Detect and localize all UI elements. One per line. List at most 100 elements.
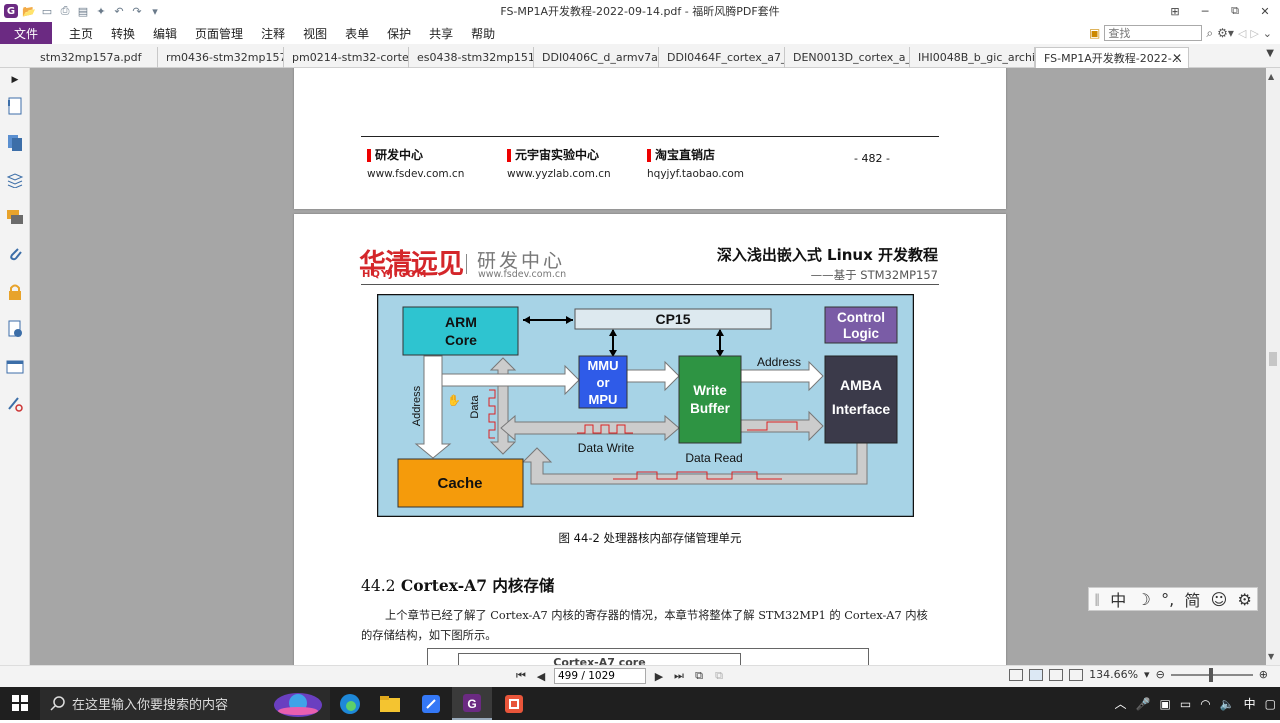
ime-moon-icon[interactable]: ☽ [1137,590,1151,609]
tab-stm32mp157a[interactable]: stm32mp157a.pdf [32,47,158,68]
zoom-value[interactable]: 134.66% [1089,668,1138,681]
ime-punctuation-icon[interactable]: °, [1161,590,1174,609]
data-read-label: Data Read [685,451,742,465]
facing-page-icon[interactable] [1049,668,1064,681]
minimize-button[interactable]: ─ [1190,0,1220,22]
redo-icon[interactable]: ↷ [130,4,144,18]
zoom-in-icon[interactable]: ⊕ [1259,668,1268,681]
menu-view[interactable]: 视图 [294,22,336,44]
undo-icon[interactable]: ↶ [112,4,126,18]
expand-panel-icon[interactable]: ▶ [5,70,25,90]
menu-page-manage[interactable]: 页面管理 [186,22,252,44]
red-bar [507,149,511,162]
single-page-icon[interactable] [1009,668,1024,681]
ime-handle-icon[interactable]: ‖ [1094,592,1100,606]
scroll-down-icon[interactable]: ▼ [1268,652,1274,661]
ribbon-toggle-icon[interactable]: ⌄ [1263,27,1272,40]
folder-search-icon[interactable]: ▣ [1089,26,1100,40]
menu-protect[interactable]: 保护 [378,22,420,44]
zoom-dropdown-icon[interactable]: ▾ [1144,668,1150,681]
battery-icon[interactable]: ▭ [1180,697,1191,711]
page-number-field[interactable] [554,668,646,684]
zoom-slider[interactable] [1170,667,1253,682]
customize-icon[interactable]: ▾ [148,4,162,18]
zoom-out-icon[interactable]: ⊖ [1156,668,1165,681]
file-menu[interactable]: 文件 [0,22,52,44]
menu-share[interactable]: 共享 [420,22,462,44]
form-fields-icon[interactable] [5,357,25,377]
continuous-facing-icon[interactable] [1069,668,1084,681]
tab-es0438[interactable]: es0438-stm32mp151x... [409,47,534,68]
tab-ddi0406c[interactable]: DDI0406C_d_armv7ar... [534,47,659,68]
tab-fs-mp1a[interactable]: FS-MP1A开发教程-2022-... ✕ [1035,47,1189,68]
signature-icon[interactable] [5,394,25,414]
tab-ihi0048b[interactable]: IHI0048B_b_gic_archit... [910,47,1035,68]
zoom-slider-knob[interactable] [1208,667,1213,682]
search-highlight-icon [266,689,324,723]
foxit-app-icon[interactable]: G [452,687,492,720]
menu-home[interactable]: 主页 [60,22,102,44]
file-explorer-icon[interactable] [370,687,410,720]
ime-simplified-mode[interactable]: 简 [1184,587,1200,611]
ime-settings-icon[interactable]: ⚙ [1237,590,1251,609]
search-input[interactable] [1104,25,1203,41]
layout-icon[interactable]: ⊞ [1160,0,1190,22]
taskbar-search[interactable]: 在这里输入你要搜索的内容 [40,687,330,720]
menu-convert[interactable]: 转换 [102,22,144,44]
new-icon[interactable]: ✦ [94,4,108,18]
input-language[interactable]: 中 [1244,695,1256,712]
menu-form[interactable]: 表单 [336,22,378,44]
code-app-icon[interactable] [494,687,534,720]
menu-edit[interactable]: 编辑 [144,22,186,44]
document-viewer[interactable]: 研发中心 www.fsdev.com.cn 元宇宙实验中心 www.yyzlab… [30,68,1266,665]
document-info-icon[interactable] [5,319,25,339]
tab-den0013d[interactable]: DEN0013D_cortex_a_s... [785,47,910,68]
amba-label-1: AMBA [840,377,882,393]
microphone-icon[interactable]: 🎤 [1136,697,1151,711]
scroll-thumb[interactable] [1269,352,1277,366]
network-icon[interactable]: ◠ [1200,697,1210,711]
close-button[interactable]: ✕ [1250,0,1280,22]
first-page-icon[interactable]: ⏮ [514,669,528,683]
tray-app-icon[interactable]: ▣ [1160,697,1171,711]
scroll-up-icon[interactable]: ▲ [1268,72,1274,81]
continuous-page-icon[interactable] [1029,668,1044,681]
scan-icon[interactable]: ▤ [76,4,90,18]
edge-app-icon[interactable] [330,687,370,720]
restore-button[interactable]: ⧉ [1220,0,1250,22]
search-icon[interactable]: ⌕ [1206,26,1213,41]
ime-emoji-icon[interactable]: ☺ [1211,590,1228,609]
previous-page-icon[interactable]: ◀ [534,670,548,683]
ime-chinese-mode[interactable]: 中 [1110,587,1126,611]
print-icon[interactable]: ⎙ [58,4,72,18]
pages-icon[interactable] [5,133,25,153]
lock-icon[interactable] [5,282,25,302]
vertical-scrollbar[interactable]: ▲ ▼ [1266,68,1280,665]
save-icon[interactable]: ▭ [40,4,54,18]
settings-icon[interactable]: ⚙▾ [1217,26,1234,40]
last-page-icon[interactable]: ⏭ [672,669,686,683]
start-button[interactable] [12,695,28,714]
tab-ddi0464f[interactable]: DDI0464F_cortex_a7_... [659,47,785,68]
page-thumbnail-icon[interactable] [5,96,25,116]
tab-list-icon[interactable]: ▼ [1266,48,1274,59]
next-view-icon[interactable]: ⧉ [712,669,726,683]
comments-icon[interactable] [5,207,25,227]
tab-pm0214[interactable]: pm0214-stm32-cortex... [284,47,409,68]
open-icon[interactable]: 📂 [22,4,36,18]
notes-app-icon[interactable] [411,687,451,720]
tab-label: stm32mp157a.pdf [40,51,142,64]
menu-comment[interactable]: 注释 [252,22,294,44]
tray-overflow-icon[interactable]: ︿ [1115,695,1127,712]
next-page-icon[interactable]: ▶ [652,670,666,683]
notification-icon[interactable]: ▢ [1265,697,1276,711]
close-tab-icon[interactable]: ✕ [1172,51,1182,65]
layers-icon[interactable] [5,170,25,190]
attachment-icon[interactable] [5,244,25,264]
volume-icon[interactable]: 🔈 [1220,697,1235,711]
menu-help[interactable]: 帮助 [462,22,504,44]
prev-view-icon[interactable]: ⧉ [692,669,706,683]
next-result-icon[interactable]: ▷ [1250,27,1258,40]
prev-result-icon[interactable]: ◁ [1238,27,1246,40]
tab-rm0436[interactable]: rm0436-stm32mp157-... [158,47,284,68]
